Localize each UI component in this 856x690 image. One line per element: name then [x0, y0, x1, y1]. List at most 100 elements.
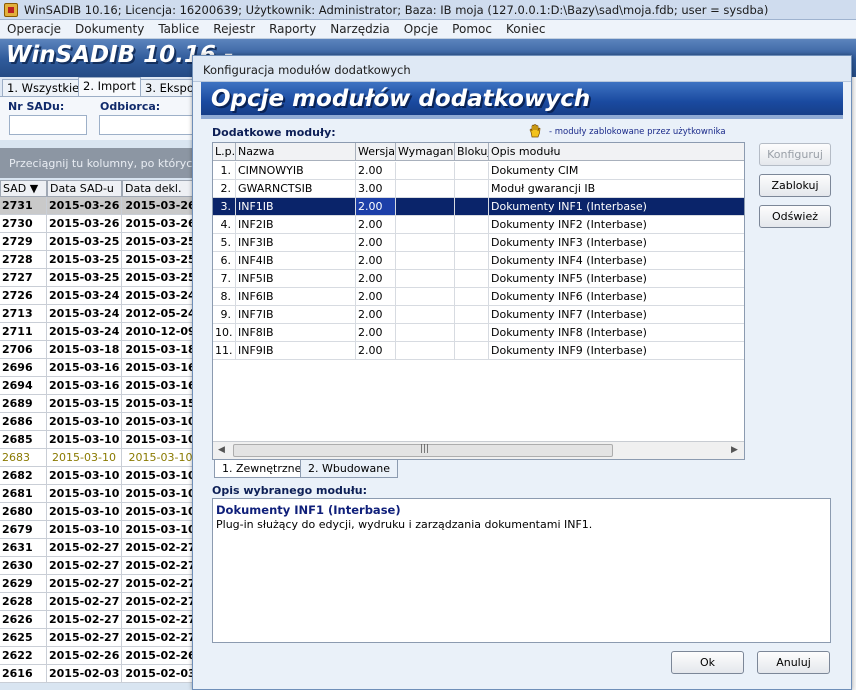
- col-opis[interactable]: Opis modułu: [489, 143, 744, 160]
- table-row[interactable]: 2630 2015-02-27 2015-02-27: [0, 557, 200, 575]
- module-description: Dokumenty INF7 (Interbase): [491, 308, 647, 321]
- scroll-right-icon[interactable]: ▶: [731, 445, 738, 455]
- table-row[interactable]: 2696 2015-03-16 2015-03-16: [0, 359, 200, 377]
- table-row[interactable]: 2683 2015-03-10 2015-03-10: [0, 449, 200, 467]
- modules-dialog: Konfiguracja modułów dodatkowych Opcje m…: [192, 55, 852, 690]
- menu-dokumenty[interactable]: Dokumenty: [68, 22, 151, 36]
- table-cell: 2685: [0, 431, 47, 448]
- table-row[interactable]: 2622 2015-02-26 2015-02-26: [0, 647, 200, 665]
- table-row[interactable]: 2727 2015-03-25 2015-03-25: [0, 269, 200, 287]
- table-row[interactable]: 2685 2015-03-10 2015-03-10: [0, 431, 200, 449]
- tab-import[interactable]: 2. Import: [78, 77, 141, 96]
- subtab-zewnetrzne[interactable]: 1. Zewnętrzne: [214, 460, 310, 478]
- table-row[interactable]: 2689 2015-03-15 2015-03-15: [0, 395, 200, 413]
- col-wymagany[interactable]: Wymagany: [396, 143, 455, 160]
- module-row[interactable]: 3. INF1IB 2.00 Dokumenty INF1 (Interbase): [213, 198, 744, 216]
- table-row[interactable]: 2686 2015-03-10 2015-03-10: [0, 413, 200, 431]
- module-block[interactable]: [455, 198, 489, 215]
- col-blokuj[interactable]: Blokuj: [455, 143, 489, 160]
- table-row[interactable]: 2682 2015-03-10 2015-03-10: [0, 467, 200, 485]
- table-row[interactable]: 2729 2015-03-25 2015-03-25: [0, 233, 200, 251]
- menu-raporty[interactable]: Raporty: [262, 22, 323, 36]
- table-row[interactable]: 2711 2015-03-24 2010-12-09: [0, 323, 200, 341]
- table-cell: 2727: [0, 269, 47, 286]
- table-row[interactable]: 2631 2015-02-27 2015-02-27: [0, 539, 200, 557]
- subtab-wbudowane[interactable]: 2. Wbudowane: [300, 460, 399, 478]
- col-wersja[interactable]: Wersja: [356, 143, 396, 160]
- cancel-button[interactable]: Anuluj: [757, 651, 830, 674]
- odbiorca-input[interactable]: [99, 115, 199, 135]
- table-row[interactable]: 2626 2015-02-27 2015-02-27: [0, 611, 200, 629]
- table-row[interactable]: 2629 2015-02-27 2015-02-27: [0, 575, 200, 593]
- group-by-bar[interactable]: Przeciągnij tu kolumny, po których chces…: [0, 148, 200, 178]
- menu-koniec[interactable]: Koniec: [499, 22, 553, 36]
- table-cell: 2015-03-24: [47, 287, 122, 304]
- module-row[interactable]: 11. INF9IB 2.00 Dokumenty INF9 (Interbase): [213, 342, 744, 360]
- ok-button[interactable]: Ok: [671, 651, 744, 674]
- column-header-data-dekl[interactable]: Data dekl.: [122, 180, 200, 197]
- menu-operacje[interactable]: Operacje: [0, 22, 68, 36]
- table-row[interactable]: 2679 2015-03-10 2015-03-10: [0, 521, 200, 539]
- table-row[interactable]: 2731 2015-03-26 2015-03-26: [0, 197, 200, 215]
- module-block[interactable]: [455, 252, 489, 269]
- module-version: 2.00: [356, 162, 396, 179]
- table-row[interactable]: 2628 2015-02-27 2015-02-27: [0, 593, 200, 611]
- table-row[interactable]: 2726 2015-03-24 2015-03-24: [0, 287, 200, 305]
- module-block[interactable]: [455, 342, 489, 359]
- menu-narzedzia[interactable]: Narzędzia: [323, 22, 397, 36]
- horizontal-scrollbar[interactable]: ◀ ||| ▶: [213, 441, 744, 459]
- table-row[interactable]: 2616 2015-02-03 2015-02-03: [0, 665, 200, 683]
- module-block[interactable]: [455, 234, 489, 251]
- module-row[interactable]: 1. CIMNOWYIB 2.00 Dokumenty CIM: [213, 162, 744, 180]
- table-cell: 2696: [0, 359, 47, 376]
- refresh-button[interactable]: Odśwież: [759, 205, 831, 228]
- window-title: WinSADIB 10.16; Licencja: 16200639; Użyt…: [24, 2, 769, 17]
- module-description: Dokumenty INF4 (Interbase): [491, 254, 647, 267]
- scroll-left-icon[interactable]: ◀: [218, 445, 225, 455]
- module-block[interactable]: [455, 162, 489, 179]
- table-row[interactable]: 2713 2015-03-24 2012-05-24: [0, 305, 200, 323]
- table-row[interactable]: 2728 2015-03-25 2015-03-25: [0, 251, 200, 269]
- module-row[interactable]: 4. INF2IB 2.00 Dokumenty INF2 (Interbase): [213, 216, 744, 234]
- module-description: Dokumenty INF3 (Interbase): [491, 236, 647, 249]
- configure-button[interactable]: Konfiguruj: [759, 143, 831, 166]
- module-row[interactable]: 5. INF3IB 2.00 Dokumenty INF3 (Interbase): [213, 234, 744, 252]
- nr-sad-input[interactable]: [9, 115, 87, 135]
- col-nazwa[interactable]: Nazwa: [236, 143, 356, 160]
- table-row[interactable]: 2706 2015-03-18 2015-03-18: [0, 341, 200, 359]
- module-name: INF7IB: [236, 306, 356, 323]
- table-row[interactable]: 2625 2015-02-27 2015-02-27: [0, 629, 200, 647]
- module-required: [396, 198, 455, 215]
- module-row[interactable]: 10. INF8IB 2.00 Dokumenty INF8 (Interbase): [213, 324, 744, 342]
- module-block[interactable]: [455, 306, 489, 323]
- table-cell: 2015-03-26: [122, 197, 200, 214]
- menu-rejestr[interactable]: Rejestr: [206, 22, 262, 36]
- column-header-sad[interactable]: SAD ▼: [0, 180, 47, 197]
- menu-tablice[interactable]: Tablice: [151, 22, 206, 36]
- module-required: [396, 306, 455, 323]
- module-row[interactable]: 7. INF5IB 2.00 Dokumenty INF5 (Interbase): [213, 270, 744, 288]
- tab-wszystkie[interactable]: 1. Wszystkie: [2, 79, 85, 96]
- module-row[interactable]: 6. INF4IB 2.00 Dokumenty INF4 (Interbase): [213, 252, 744, 270]
- table-row[interactable]: 2694 2015-03-16 2015-03-16: [0, 377, 200, 395]
- module-name: INF4IB: [236, 252, 356, 269]
- modules-table: L.p. Nazwa Wersja Wymagany Blokuj Opis m…: [212, 142, 745, 460]
- module-block[interactable]: [455, 270, 489, 287]
- scroll-thumb[interactable]: |||: [233, 444, 613, 457]
- table-row[interactable]: 2681 2015-03-10 2015-03-10: [0, 485, 200, 503]
- module-row[interactable]: 2. GWARNCTSIB 3.00 Moduł gwarancji IB: [213, 180, 744, 198]
- table-row[interactable]: 2680 2015-03-10 2015-03-10: [0, 503, 200, 521]
- module-block[interactable]: [455, 216, 489, 233]
- col-lp[interactable]: L.p.: [213, 143, 236, 160]
- menu-opcje[interactable]: Opcje: [397, 22, 445, 36]
- table-row[interactable]: 2730 2015-03-26 2015-03-26: [0, 215, 200, 233]
- column-header-data-sad[interactable]: Data SAD-u: [47, 180, 122, 197]
- module-lp: 8.: [213, 288, 236, 305]
- menu-pomoc[interactable]: Pomoc: [445, 22, 499, 36]
- block-button[interactable]: Zablokuj: [759, 174, 831, 197]
- module-row[interactable]: 8. INF6IB 2.00 Dokumenty INF6 (Interbase): [213, 288, 744, 306]
- module-block[interactable]: [455, 180, 489, 197]
- module-block[interactable]: [455, 288, 489, 305]
- module-block[interactable]: [455, 324, 489, 341]
- module-row[interactable]: 9. INF7IB 2.00 Dokumenty INF7 (Interbase): [213, 306, 744, 324]
